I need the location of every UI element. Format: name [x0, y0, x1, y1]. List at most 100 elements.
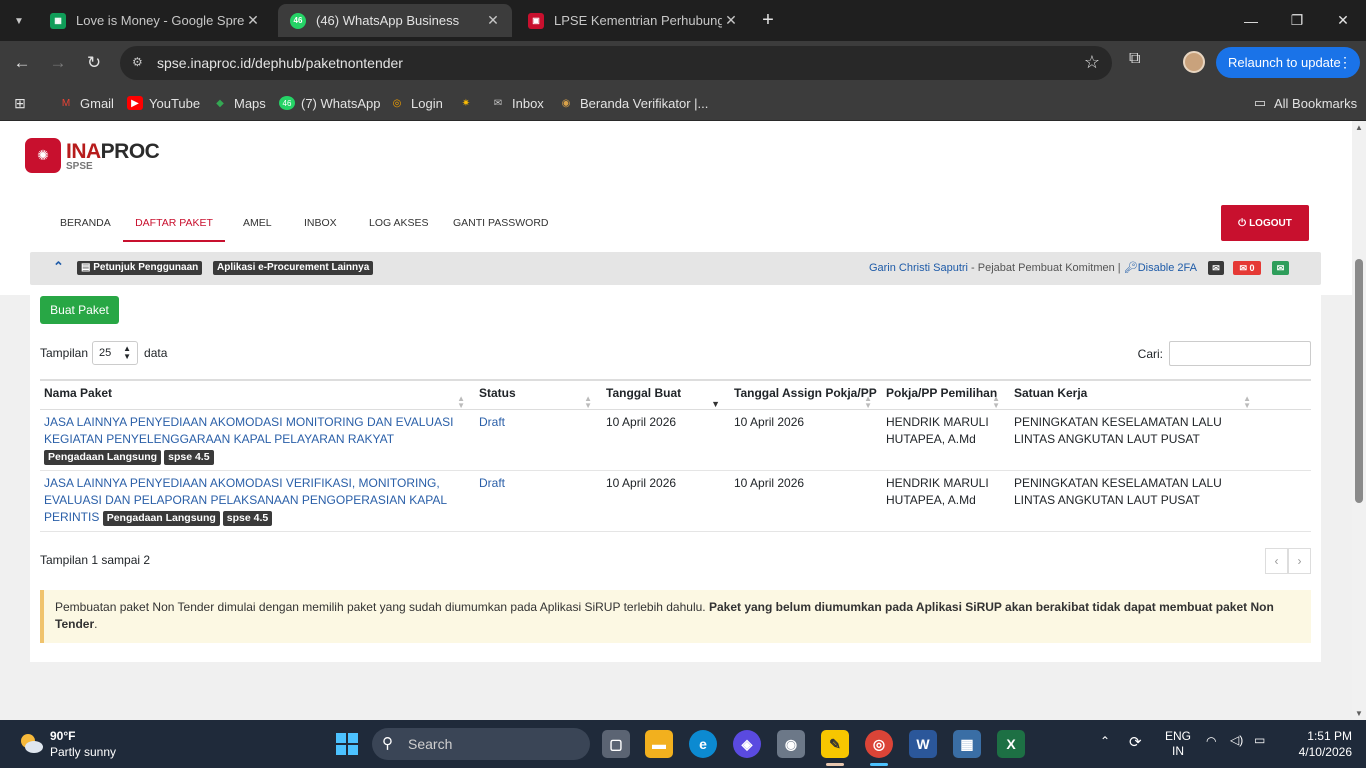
length-prefix: Tampilan: [40, 346, 89, 360]
page-scrollbar[interactable]: ▲ ▼: [1352, 121, 1366, 720]
version-badge: spse 4.5: [222, 511, 273, 526]
whatsapp-icon: 46: [279, 96, 295, 110]
close-icon[interactable]: ✕: [722, 12, 740, 29]
inaproc-logo[interactable]: ✺: [25, 138, 61, 173]
taskbar-search[interactable]: ⚲ Search: [372, 728, 590, 760]
partly-sunny-icon[interactable]: [18, 732, 44, 754]
column-nama-paket[interactable]: Nama Paket ▲ ▼: [40, 379, 475, 410]
bookmark-star-icon[interactable]: ☆: [1084, 52, 1100, 73]
language-indicator[interactable]: ENG IN: [1165, 729, 1191, 759]
other-apps-link[interactable]: Aplikasi e-Procurement Lainnya: [213, 261, 374, 275]
excel-icon[interactable]: X: [997, 730, 1025, 758]
site-header: ✺ INAPROC SPSE BERANDA DAFTAR PAKET AMEL…: [0, 121, 1352, 295]
chrome-icon[interactable]: ◎: [865, 730, 893, 758]
address-bar[interactable]: ⚙ spse.inaproc.id/dephub/paketnontender …: [120, 46, 1112, 80]
scroll-up-icon[interactable]: ▲: [1354, 123, 1364, 132]
bookmark-gmail[interactable]: M Gmail: [58, 93, 114, 113]
forward-button[interactable]: →: [44, 49, 72, 77]
menu-ganti-password[interactable]: GANTI PASSWORD: [453, 205, 548, 242]
all-bookmarks[interactable]: ▭ All Bookmarks: [1252, 93, 1357, 113]
bookmark-login[interactable]: ◎ Login: [389, 93, 443, 113]
status-link[interactable]: Draft: [479, 415, 505, 429]
menu-inbox[interactable]: INBOX: [304, 205, 337, 242]
column-label: Tanggal Assign Pokja/PP: [734, 386, 877, 400]
wifi-icon[interactable]: ◠: [1206, 734, 1216, 748]
relaunch-button[interactable]: Relaunch to update ⋮: [1216, 47, 1360, 78]
battery-icon[interactable]: ▭: [1254, 733, 1265, 747]
create-package-button[interactable]: Buat Paket: [40, 296, 119, 324]
maximize-button[interactable]: ❐: [1274, 0, 1320, 41]
extensions-icon[interactable]: ⧉: [1129, 50, 1140, 68]
open-mail-icon[interactable]: ✉: [1272, 261, 1289, 275]
volume-icon[interactable]: ◁): [1230, 733, 1243, 747]
satker-name: PENINGKATAN KESELAMATAN LALU LINTAS ANGK…: [1010, 409, 1311, 471]
unread-mail-badge[interactable]: ✉ 0: [1233, 261, 1261, 275]
close-icon[interactable]: ✕: [484, 12, 502, 29]
scroll-down-icon[interactable]: ▼: [1354, 709, 1364, 718]
prev-page-button[interactable]: ‹: [1265, 548, 1288, 574]
sync-icon[interactable]: ⟳: [1129, 733, 1142, 751]
tab-search-icon[interactable]: ▼: [6, 8, 32, 34]
close-icon[interactable]: ✕: [244, 12, 262, 29]
browser-toolbar: ← → ↻ ⚙ spse.inaproc.id/dephub/paketnont…: [0, 41, 1366, 85]
menu-beranda[interactable]: BERANDA: [60, 205, 111, 242]
bookmark-photos[interactable]: ✷: [458, 93, 480, 113]
bookmark-beranda[interactable]: ◉ Beranda Verifikator |...: [558, 93, 709, 113]
disable-2fa-link[interactable]: 🔑︎Disable 2FA: [1124, 262, 1197, 274]
avatar[interactable]: [1183, 51, 1205, 73]
bookmark-maps[interactable]: ◆ Maps: [212, 93, 266, 113]
copilot-icon[interactable]: ◈: [733, 730, 761, 758]
more-icon[interactable]: ⋮: [1338, 54, 1352, 71]
status-link[interactable]: Draft: [479, 476, 505, 490]
new-tab-button[interactable]: +: [756, 8, 780, 32]
column-status[interactable]: Status ▲ ▼: [475, 379, 602, 410]
clock[interactable]: 1:51 PM 4/10/2026: [1299, 728, 1352, 760]
chevron-up-icon[interactable]: ⌃: [53, 259, 64, 275]
envelope-icon[interactable]: ✉: [1208, 261, 1224, 275]
column-tanggal-assign[interactable]: Tanggal Assign Pokja/PP ▲ ▼: [730, 379, 882, 410]
bookmark-inbox[interactable]: ✉ Inbox: [490, 93, 544, 113]
sticky-notes-icon[interactable]: ✎: [821, 730, 849, 758]
menu-daftar-paket[interactable]: DAFTAR PAKET: [123, 205, 225, 242]
whatsapp-icon: 46: [290, 12, 306, 29]
site-info-icon[interactable]: ⚙: [132, 55, 148, 71]
info-bar: ⌃ ▤ Petunjuk Penggunaan Aplikasi e-Procu…: [30, 252, 1321, 285]
column-pokja[interactable]: Pokja/PP Pemilihan ▲ ▼: [882, 379, 1010, 410]
calculator-icon[interactable]: ▦: [953, 730, 981, 758]
scroll-thumb[interactable]: [1355, 259, 1363, 503]
bookmark-youtube[interactable]: ▶ YouTube: [127, 93, 200, 113]
pokja-name: HENDRIK MARULI HUTAPEA, A.Md: [882, 470, 1010, 532]
weather-widget[interactable]: 90°F Partly sunny: [50, 728, 116, 760]
page-length-select[interactable]: 25 ▲ ▼: [92, 341, 139, 365]
browser-tab-bar: ▼ ▦ Love is Money - Google Spread ✕ 46 (…: [0, 0, 1366, 41]
word-icon[interactable]: W: [909, 730, 937, 758]
logout-button[interactable]: ⏻ LOGOUT: [1221, 205, 1309, 241]
next-page-button[interactable]: ›: [1288, 548, 1311, 574]
back-button[interactable]: ←: [8, 49, 36, 77]
start-icon[interactable]: [333, 730, 361, 758]
tab-whatsapp[interactable]: 46 (46) WhatsApp Business ✕: [278, 4, 512, 37]
bookmark-whatsapp[interactable]: 46 (7) WhatsApp: [279, 93, 380, 113]
task-view-icon[interactable]: ▢: [602, 730, 630, 758]
column-tanggal-buat[interactable]: Tanggal Buat ▼: [602, 379, 730, 410]
close-window-button[interactable]: ✕: [1320, 0, 1366, 41]
reload-button[interactable]: ↻: [80, 49, 108, 77]
edge-icon[interactable]: e: [689, 730, 717, 758]
file-explorer-icon[interactable]: ▬: [645, 730, 673, 758]
help-link[interactable]: ▤ Petunjuk Penggunaan: [77, 261, 203, 275]
mail-icon: ✉: [493, 97, 503, 109]
alert-text: Pembuatan paket Non Tender dimulai denga…: [55, 600, 709, 614]
user-name-link[interactable]: Garin Christi Saputri: [869, 262, 968, 274]
tab-lpse[interactable]: ▣ LPSE Kementrian Perhubungan ✕: [516, 4, 750, 37]
search-input[interactable]: [1169, 341, 1311, 366]
tab-google-sheets[interactable]: ▦ Love is Money - Google Spread ✕: [38, 4, 272, 37]
apps-icon[interactable]: ⊞: [12, 93, 34, 113]
package-link[interactable]: JASA LAINNYA PENYEDIAAN AKOMODASI MONITO…: [44, 415, 453, 446]
camera-icon[interactable]: ◉: [777, 730, 805, 758]
menu-log-akses[interactable]: LOG AKSES: [369, 205, 429, 242]
column-satuan-kerja[interactable]: Satuan Kerja ▲ ▼: [1010, 379, 1311, 410]
chevron-up-icon[interactable]: ⌃: [1100, 734, 1110, 748]
url-text[interactable]: spse.inaproc.id/dephub/paketnontender: [157, 55, 403, 71]
minimize-button[interactable]: —: [1228, 0, 1274, 41]
menu-amel[interactable]: AMEL: [243, 205, 272, 242]
